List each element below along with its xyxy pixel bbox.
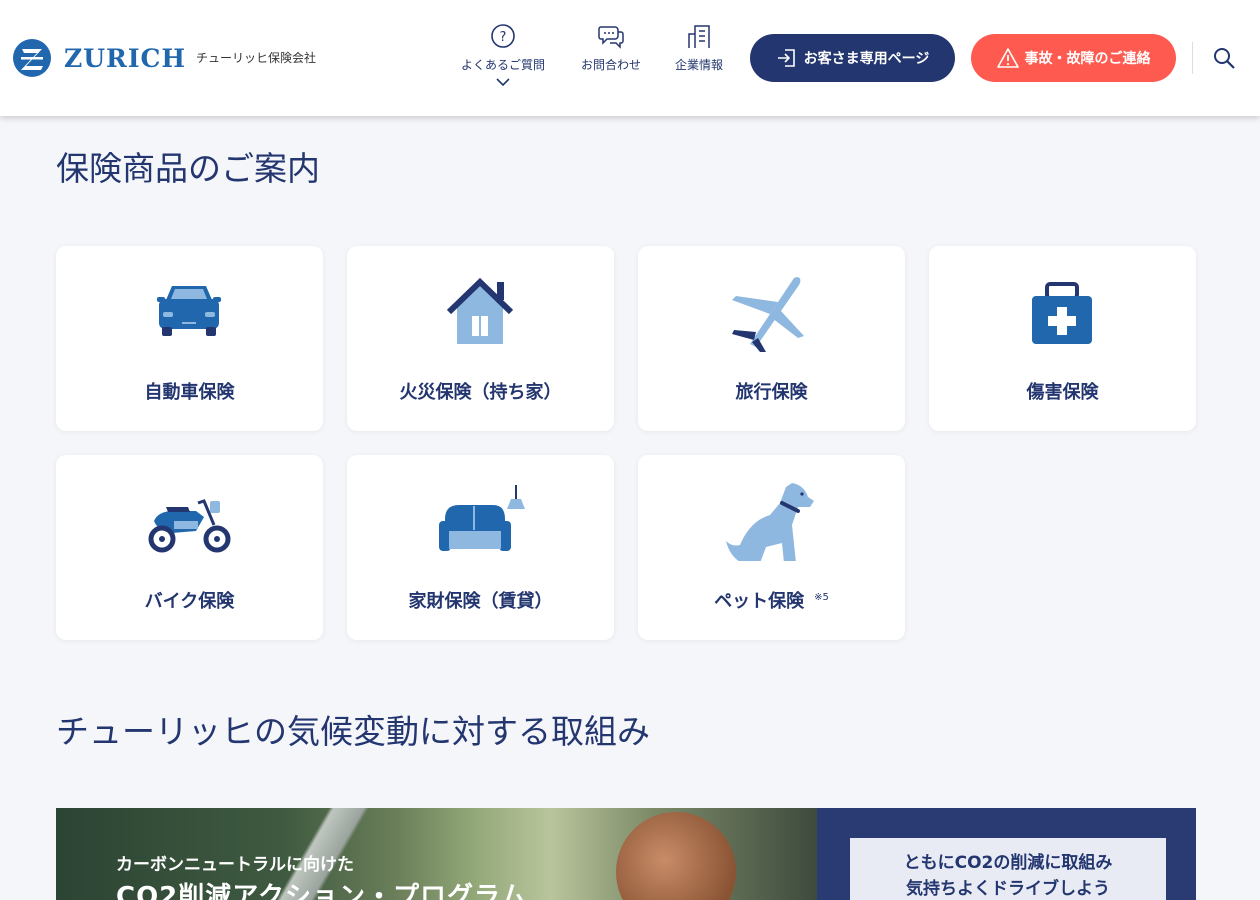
- product-card-auto[interactable]: 自動車保険: [56, 246, 323, 431]
- first-aid-kit-icon: [1032, 282, 1092, 344]
- co2-program-banner[interactable]: カーボンニュートラルに向けた CO2削減アクション・プログラム ともにCO2の削…: [56, 808, 1196, 900]
- nav-contact[interactable]: お問合わせ: [575, 22, 647, 73]
- banner-message-box: ともにCO2の削減に取組み 気持ちよくドライブしよう: [850, 838, 1166, 900]
- accident-report-label: 事故・故障のご連絡: [1024, 51, 1151, 67]
- banner-side-panel: ともにCO2の削減に取組み 気持ちよくドライブしよう: [817, 808, 1196, 900]
- customer-page-label: お客さま専用ページ: [803, 51, 930, 67]
- product-label: 旅行保険: [735, 382, 808, 403]
- logo-text: ZURICH: [64, 43, 187, 73]
- child-photo: [616, 812, 736, 900]
- header-divider: [1192, 42, 1193, 74]
- product-label-text: ペット保険: [714, 591, 805, 612]
- product-card-contents[interactable]: 家財保険（賃貸）: [347, 455, 614, 640]
- svg-text:?: ?: [500, 30, 507, 45]
- product-card-accident[interactable]: 傷害保険: [929, 246, 1196, 431]
- nav-company-label: 企業情報: [674, 58, 723, 72]
- chat-bubbles-icon: [598, 26, 624, 49]
- product-card-fire[interactable]: 火災保険（持ち家）: [347, 246, 614, 431]
- products-section-title: 保険商品のご案内: [56, 149, 320, 188]
- banner-message-line2: 気持ちよくドライブしよう: [906, 879, 1110, 900]
- house-icon: [446, 277, 514, 344]
- footnote-marker: ※5: [814, 592, 829, 603]
- nav-faq-label: よくあるご質問: [460, 58, 545, 72]
- question-icon: ?: [491, 24, 515, 48]
- site-header: ZURICH チューリッヒ保険会社 ? よくあるご質問 お問合わせ 企業情報 お…: [0, 0, 1260, 116]
- sofa-icon: [439, 485, 525, 551]
- banner-message-line1: ともにCO2の削減に取組み: [903, 853, 1113, 873]
- nav-contact-label: お問合わせ: [580, 58, 641, 72]
- product-label: 家財保険（賃貸）: [408, 591, 553, 612]
- accident-report-button[interactable]: 事故・故障のご連絡: [971, 34, 1176, 82]
- product-label: ペット保険 ※5: [638, 587, 905, 613]
- motorcycle-icon: [148, 499, 231, 553]
- warning-icon: [996, 48, 1019, 68]
- login-icon: [777, 49, 795, 67]
- banner-subtitle: カーボンニュートラルに向けた: [116, 855, 354, 875]
- banner-title: CO2削減アクション・プログラム: [116, 882, 528, 900]
- product-label: 自動車保険: [144, 382, 235, 403]
- product-card-pet[interactable]: ペット保険 ※5: [638, 455, 905, 640]
- zurich-logo[interactable]: ZURICH: [12, 38, 186, 78]
- car-icon: [157, 286, 221, 336]
- customer-page-button[interactable]: お客さま専用ページ: [750, 34, 955, 82]
- airplane-icon: [732, 277, 804, 352]
- climate-section-title: チューリッヒの気候変動に対する取組み: [56, 712, 650, 751]
- zurich-logo-icon: [13, 39, 51, 77]
- dog-icon: [726, 483, 814, 561]
- nav-faq[interactable]: ? よくあるご質問: [455, 22, 551, 93]
- company-name: チューリッヒ保険会社: [196, 51, 317, 65]
- product-label: 傷害保険: [1026, 382, 1099, 403]
- nav-company-info[interactable]: 企業情報: [668, 22, 730, 73]
- product-label: バイク保険: [144, 591, 235, 612]
- chevron-down-icon[interactable]: [496, 77, 510, 87]
- product-card-motorcycle[interactable]: バイク保険: [56, 455, 323, 640]
- product-label: 火災保険（持ち家）: [399, 382, 562, 403]
- building-icon: [688, 25, 710, 48]
- product-card-travel[interactable]: 旅行保険: [638, 246, 905, 431]
- search-icon[interactable]: [1212, 46, 1236, 70]
